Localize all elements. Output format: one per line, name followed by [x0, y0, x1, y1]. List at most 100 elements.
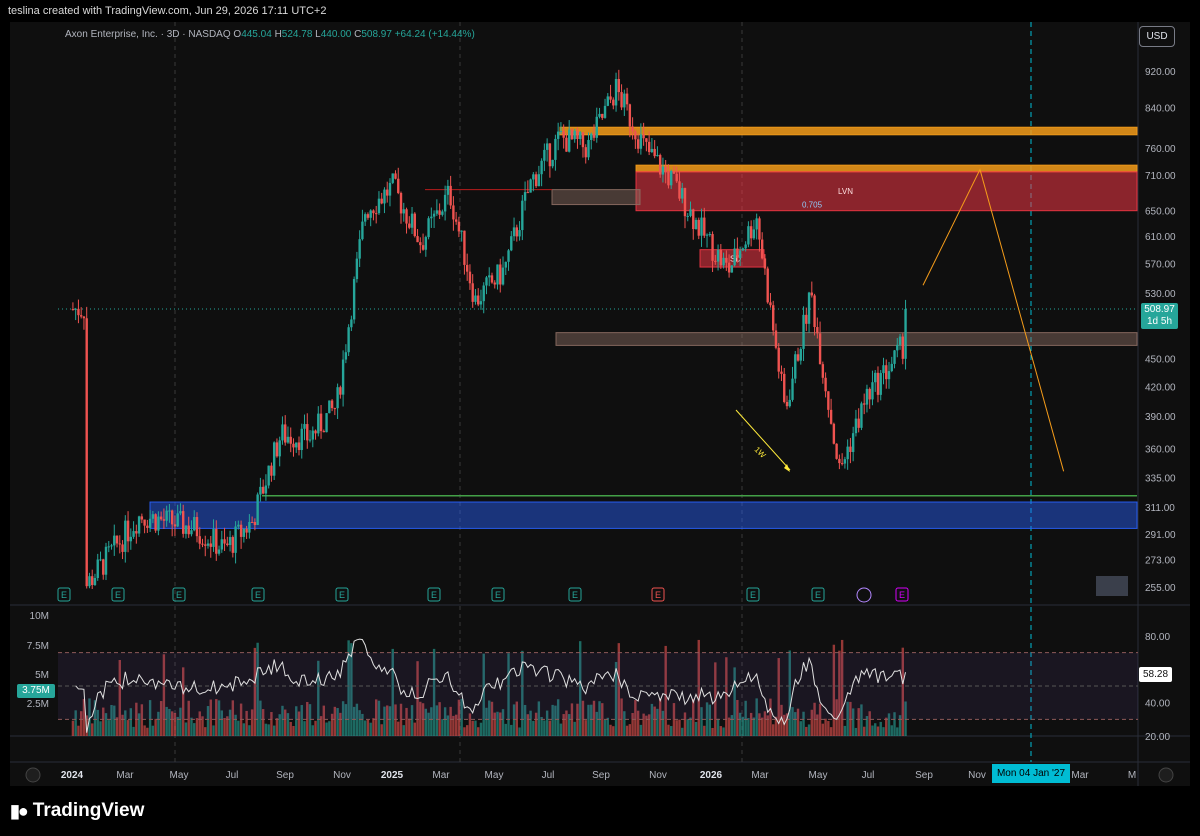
- candle-body: [862, 403, 866, 405]
- last-price-value: 508.97: [1144, 304, 1175, 315]
- candle-body: [380, 198, 383, 204]
- candle-body: [361, 221, 364, 240]
- high-key: H: [274, 29, 282, 40]
- volume-bar: [681, 727, 684, 736]
- candle-body: [328, 400, 331, 414]
- symbol-legend[interactable]: Axon Enterprise, Inc. · 3D · NASDAQ O445…: [65, 29, 475, 40]
- time-tick-label: Nov: [968, 770, 986, 781]
- volume-bar: [518, 727, 521, 736]
- candle-body: [369, 210, 372, 218]
- volume-bar: [510, 724, 513, 736]
- volume-bar: [675, 720, 678, 736]
- candle-body: [206, 543, 210, 546]
- candle-body: [482, 285, 485, 302]
- candle-body: [579, 132, 582, 140]
- range-zone: [551, 189, 641, 206]
- candle-body: [694, 219, 698, 230]
- volume-bar: [272, 725, 276, 736]
- candle-body: [107, 546, 110, 548]
- candle-body: [485, 277, 488, 286]
- candle-body: [554, 138, 557, 160]
- symbol-name[interactable]: Axon Enterprise, Inc. · 3D · NASDAQ: [65, 29, 231, 40]
- volume-tick-label: 2.5M: [27, 699, 49, 710]
- earnings-letter: E: [115, 590, 121, 600]
- candle-body: [151, 514, 155, 519]
- candle-body: [518, 230, 521, 237]
- volume-bar: [772, 724, 775, 736]
- candle-body: [733, 248, 736, 266]
- volume-bar: [237, 720, 240, 736]
- volume-bar: [890, 725, 893, 736]
- candle-body: [261, 486, 265, 494]
- volume-bar: [132, 726, 135, 736]
- candle-body: [421, 245, 425, 250]
- volume-bar: [716, 718, 720, 736]
- volume-bar: [264, 723, 268, 736]
- candle-body: [689, 209, 692, 216]
- candle-body: [507, 250, 510, 262]
- volume-value-label: 3.75M: [17, 684, 55, 698]
- tradingview-logo[interactable]: ▮● TradingView: [10, 800, 144, 822]
- candle-body: [760, 239, 764, 259]
- candle-body: [270, 465, 273, 476]
- earnings-letter: E: [255, 590, 261, 600]
- candle-body: [184, 525, 188, 534]
- volume-bar: [606, 717, 609, 736]
- scale-toggle-icon: [1096, 576, 1128, 596]
- candle-body: [226, 543, 229, 546]
- volume-bar: [543, 720, 546, 736]
- candle-body: [794, 354, 797, 379]
- candle-body: [606, 96, 609, 106]
- candle-body: [623, 93, 626, 108]
- candle-body: [540, 160, 543, 175]
- candle-body: [639, 134, 643, 149]
- demand-zone: [149, 501, 1138, 529]
- time-tick-label: Jul: [542, 770, 555, 781]
- zoom-z-icon: [25, 767, 41, 783]
- candle-body: [512, 227, 516, 237]
- candle-body: [551, 159, 554, 167]
- candle-body: [816, 327, 819, 334]
- volume-bar: [204, 727, 207, 736]
- candle-body: [537, 174, 541, 187]
- candle-body: [339, 387, 342, 395]
- candle-body: [810, 292, 814, 296]
- volume-bar: [267, 724, 270, 736]
- currency-button[interactable]: USD: [1139, 26, 1175, 47]
- low-value: 440.00: [320, 29, 352, 40]
- candle-body: [683, 188, 687, 217]
- candle-body: [212, 528, 215, 547]
- volume-bar: [667, 724, 670, 736]
- volume-bar: [369, 722, 372, 736]
- volume-bar: [612, 726, 615, 736]
- candle-body: [168, 510, 171, 512]
- volume-bar: [184, 722, 188, 736]
- candle-body: [705, 234, 709, 236]
- candle-body: [802, 314, 805, 349]
- candle-body: [204, 544, 207, 546]
- change-value: +64.24 (+14.44%): [394, 29, 475, 40]
- volume-bar: [413, 722, 416, 736]
- candle-body: [242, 528, 246, 537]
- volume-bar: [548, 720, 552, 736]
- volume-bar: [463, 727, 466, 736]
- candle-body: [413, 213, 416, 237]
- candle-body: [573, 130, 576, 140]
- candle-body: [504, 261, 507, 268]
- candle-body: [333, 408, 337, 410]
- candle-body: [672, 170, 676, 174]
- candle-body: [99, 559, 102, 561]
- candle-body: [488, 275, 491, 278]
- price-tick-label: 650.00: [1145, 207, 1176, 218]
- candle-body: [104, 546, 108, 575]
- open-value: 445.04: [241, 29, 272, 40]
- candle-body: [308, 439, 312, 441]
- price-tick-label: 840.00: [1145, 104, 1176, 115]
- candle-body: [140, 516, 144, 520]
- volume-bar: [479, 722, 483, 736]
- candle-body: [854, 418, 858, 434]
- price-chart-svg[interactable]: LVNSD0.705 1W 920.00 840.00 760.00 710.00 65…: [0, 0, 1200, 836]
- volume-bar: [71, 720, 75, 736]
- volume-bar: [719, 726, 723, 736]
- volume-bar: [471, 720, 474, 736]
